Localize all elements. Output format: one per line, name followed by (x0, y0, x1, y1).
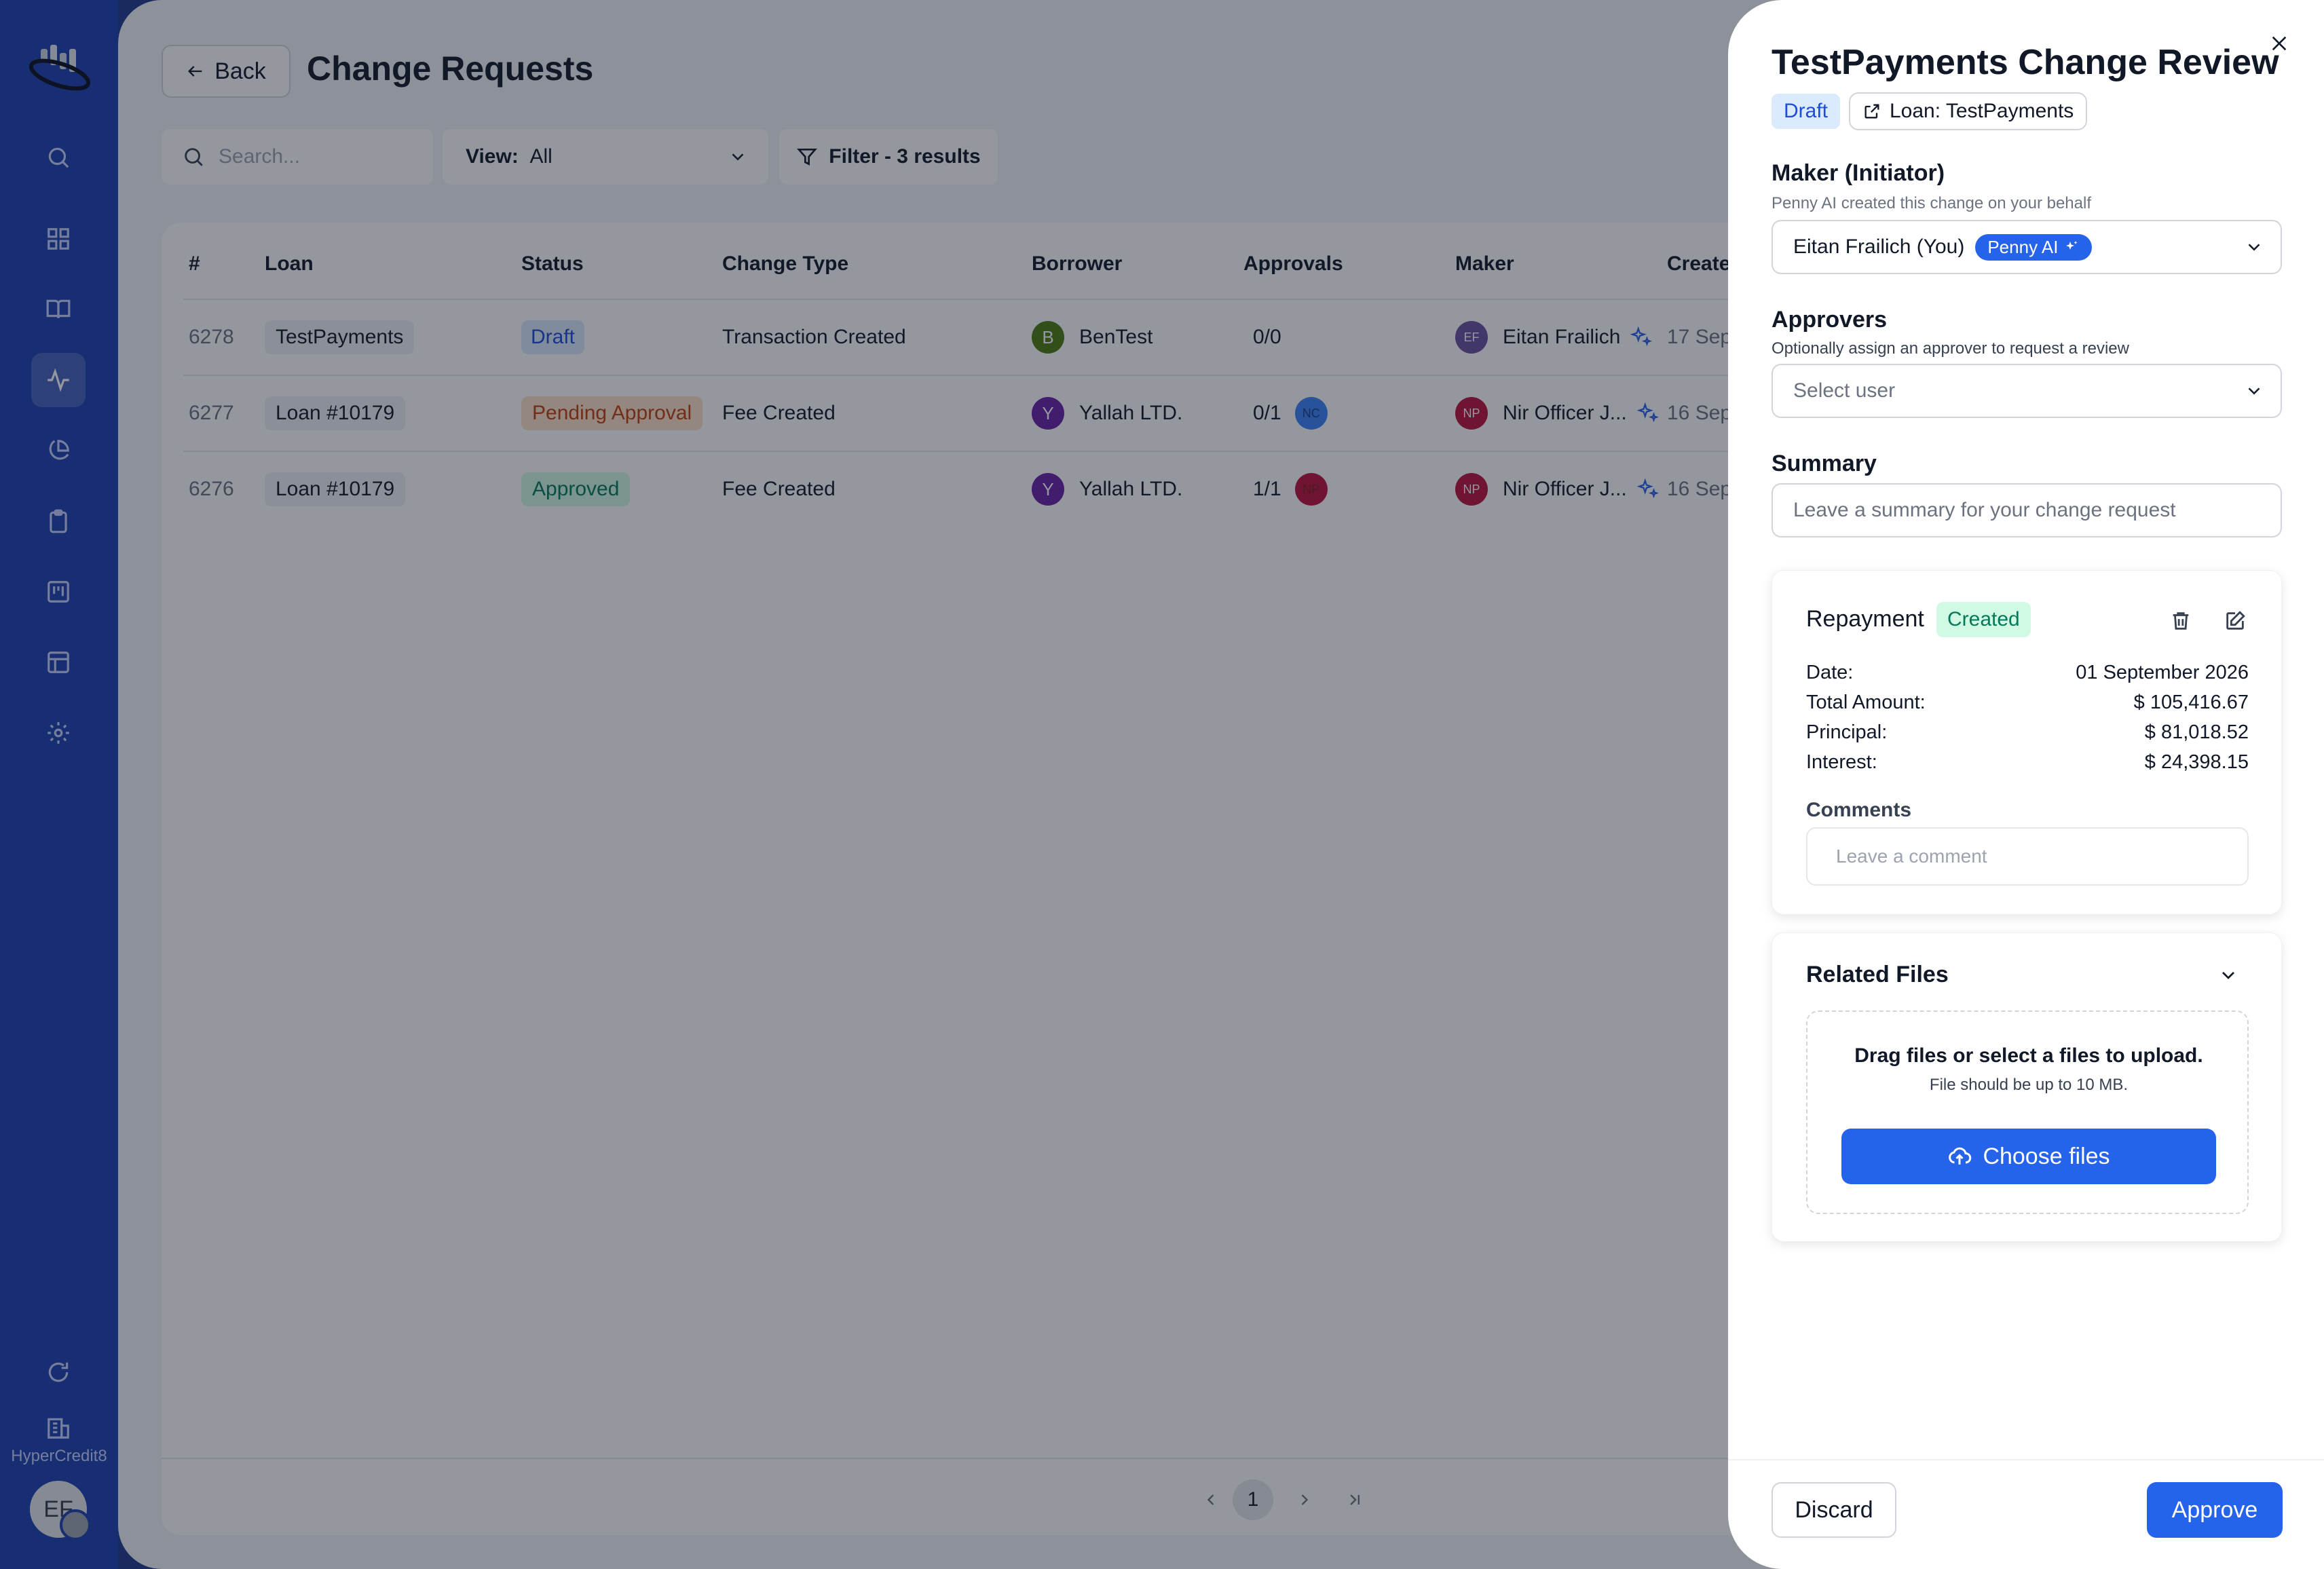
maker-select[interactable]: Eitan Frailich (You) Penny AI (1772, 220, 2282, 274)
summary-input[interactable]: Leave a summary for your change request (1772, 483, 2282, 537)
external-link-icon (1864, 104, 1879, 119)
summary-label: Summary (1772, 451, 1877, 476)
repayment-field: Principal: $ 81,018.52 (1806, 721, 2249, 744)
maker-label: Maker (Initiator) (1772, 160, 1945, 186)
repayment-field: Total Amount: $ 105,416.67 (1806, 692, 2249, 714)
comment-input[interactable]: Leave a comment (1806, 827, 2249, 886)
maker-hint: Penny AI created this change on your beh… (1772, 194, 2091, 212)
field-label: Principal: (1806, 721, 1888, 743)
edit-icon[interactable] (2220, 606, 2250, 636)
approvers-label: Approvers (1772, 307, 1888, 333)
choose-files-label: Choose files (1983, 1143, 2110, 1169)
loan-link-label: Loan: TestPayments (1890, 100, 2074, 122)
maker-value: Eitan Frailich (You) (1793, 235, 1965, 258)
panel-title: TestPayments Change Review (1772, 43, 2279, 82)
penny-ai-label: Penny AI (1987, 236, 2059, 257)
change-review-panel: TestPayments Change Review Draft Loan: T… (1728, 0, 2324, 1569)
status-badge: Draft (1772, 94, 1841, 129)
file-dropzone[interactable]: Drag files or select a files to upload. … (1806, 1010, 2249, 1214)
discard-button[interactable]: Discard (1772, 1482, 1896, 1538)
dropzone-text: Drag files or select a files to upload. (1854, 1044, 2203, 1067)
cloud-upload-icon (1949, 1147, 1972, 1165)
field-label: Date: (1806, 662, 1854, 683)
comments-label: Comments (1806, 799, 1912, 821)
trash-icon[interactable] (2166, 606, 2196, 636)
choose-files-button[interactable]: Choose files (1841, 1129, 2216, 1184)
field-label: Interest: (1806, 751, 1877, 773)
approvers-select[interactable]: Select user (1772, 364, 2282, 418)
chevron-down-icon[interactable] (2215, 962, 2242, 989)
approve-button[interactable]: Approve (2147, 1482, 2283, 1538)
related-files-card: Related Files Drag files or select a fil… (1772, 932, 2282, 1242)
repayment-field: Interest: $ 24,398.15 (1806, 751, 2249, 774)
repayment-card: Repayment Created Date: 01 September 2026… (1772, 570, 2282, 915)
related-files-title: Related Files (1806, 962, 1949, 987)
panel-footer: Discard Approve (1728, 1459, 2324, 1569)
repayment-title: Repayment (1806, 606, 1924, 632)
approvers-placeholder: Select user (1793, 379, 1896, 402)
field-value: $ 105,416.67 (2133, 692, 2249, 713)
approvers-hint: Optionally assign an approver to request… (1772, 339, 2129, 358)
created-badge: Created (1936, 602, 2031, 637)
field-label: Total Amount: (1806, 692, 1926, 713)
field-value: $ 24,398.15 (2144, 751, 2249, 773)
field-value: $ 81,018.52 (2144, 721, 2249, 743)
penny-ai-badge: Penny AI (1975, 233, 2093, 261)
loan-link[interactable]: Loan: TestPayments (1849, 92, 2088, 130)
dropzone-size-hint: File should be up to 10 MB. (1929, 1076, 2129, 1094)
chevron-down-icon (2248, 387, 2260, 395)
field-value: 01 September 2026 (2076, 662, 2249, 683)
sparkle-icon (2066, 241, 2078, 250)
repayment-field: Date: 01 September 2026 (1806, 662, 2249, 684)
chevron-down-icon (2248, 244, 2260, 251)
